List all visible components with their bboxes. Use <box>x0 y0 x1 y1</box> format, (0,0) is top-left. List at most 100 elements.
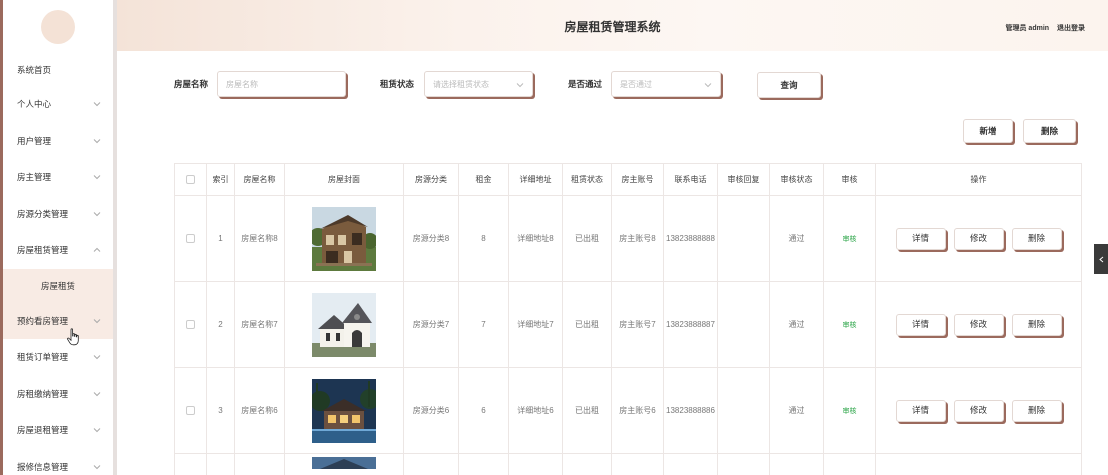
house-name-input[interactable]: 房屋名称 <box>217 71 346 97</box>
phone-cell: 13823888886 <box>663 367 718 454</box>
audit-action-cell: 审核 <box>823 195 876 282</box>
audit-reply-cell <box>717 281 770 368</box>
house-cover-image <box>312 378 376 443</box>
column-header: 审核回复 <box>717 163 770 196</box>
chevron-down-icon <box>93 317 101 325</box>
table-row: 2 房屋名称7 房源分类7 7 详细地址7 已出租 房主账号7 13823888… <box>174 281 1082 368</box>
rent-cell: 8 <box>458 195 509 282</box>
column-header: 操作 <box>875 163 1082 196</box>
rental-status-cell: 已出租 <box>562 281 612 368</box>
sidebar-item-viewing-appointments[interactable]: 预约看房管理 <box>3 302 113 339</box>
current-user: 管理员 admin <box>1005 25 1050 32</box>
delete-button[interactable]: 删除 <box>1011 313 1062 336</box>
table-row: 3 房屋名称6 房源分类6 6 详细地址6 已出租 房主账号6 13823888… <box>174 367 1082 454</box>
index-cell: 2 <box>206 281 235 368</box>
detail-button[interactable]: 详情 <box>895 227 946 250</box>
sidebar-item-rental-management[interactable]: 房屋租赁管理 <box>3 232 113 269</box>
house-cover-image <box>312 456 376 469</box>
sidebar-item-repair-info[interactable]: 报修信息管理 <box>3 449 113 475</box>
actions-cell: 详情 修改 删除 <box>875 367 1082 454</box>
sidebar: 系统首页 个人中心 用户管理 房主管理 房源分类管理 房屋租赁管理 房屋租赁 预… <box>0 0 117 475</box>
panel-toggle-button[interactable] <box>1094 244 1108 274</box>
rental-status-label: 租赁状态 <box>380 79 415 89</box>
sidebar-item-label: 报修信息管理 <box>17 461 69 472</box>
rental-status-placeholder: 请选择租赁状态 <box>433 79 489 89</box>
column-header: 租赁状态 <box>562 163 612 196</box>
row-select-cell <box>174 367 207 454</box>
chevron-down-icon <box>93 210 101 218</box>
row-checkbox[interactable] <box>186 406 195 416</box>
audit-link[interactable]: 审核 <box>843 322 857 329</box>
sidebar-item-owner-management[interactable]: 房主管理 <box>3 159 113 196</box>
sidebar-subitem-house-rental[interactable]: 房屋租赁 <box>3 268 113 303</box>
address-cell: 详细地址6 <box>508 367 563 454</box>
logout-link[interactable]: 退出登录 <box>1057 25 1085 32</box>
detail-button[interactable]: 详情 <box>895 399 946 422</box>
avatar[interactable] <box>41 9 75 44</box>
sidebar-item-label: 房源分类管理 <box>17 208 69 219</box>
rental-table: 索引 房屋名称 房屋封面 房源分类 租金 详细地址 租赁状态 房主账号 联系电话… <box>174 163 1082 475</box>
chevron-down-icon <box>93 353 101 361</box>
sidebar-item-label: 租赁订单管理 <box>17 352 69 363</box>
sidebar-item-home[interactable]: 系统首页 <box>3 53 113 86</box>
column-header: 房源分类 <box>403 163 459 196</box>
app-title: 房屋租赁管理系统 <box>564 20 661 34</box>
sidebar-item-category-management[interactable]: 房源分类管理 <box>3 196 113 233</box>
sidebar-item-user-management[interactable]: 用户管理 <box>3 123 113 160</box>
sidebar-item-label: 个人中心 <box>17 99 52 110</box>
hand-cursor-icon <box>67 328 79 346</box>
query-button[interactable]: 查询 <box>757 72 821 98</box>
chevron-down-icon <box>93 426 101 434</box>
column-header: 审核状态 <box>769 163 824 196</box>
audit-reply-cell <box>717 195 770 282</box>
actions-cell: 详情 修改 删除 <box>875 195 1082 282</box>
user-area: 管理员 admin 退出登录 <box>999 23 1085 33</box>
category-cell: 房源分类6 <box>403 367 459 454</box>
actions-cell: 详情 修改 删除 <box>875 281 1082 368</box>
table-row: 1 房屋名称8 房源分类8 8 详细地址8 已出租 房主账号8 13823888… <box>174 195 1082 282</box>
sidebar-item-lease-termination[interactable]: 房屋退租管理 <box>3 412 113 449</box>
row-select-cell <box>174 281 207 368</box>
row-checkbox[interactable] <box>186 234 195 244</box>
edit-button[interactable]: 修改 <box>953 399 1004 422</box>
select-all-checkbox[interactable] <box>186 175 195 185</box>
house-name-placeholder: 房屋名称 <box>226 79 258 89</box>
chevron-down-icon <box>704 81 712 89</box>
edit-button[interactable]: 修改 <box>953 227 1004 250</box>
row-checkbox[interactable] <box>186 320 195 330</box>
address-cell: 详细地址7 <box>508 281 563 368</box>
sidebar-item-personal-center[interactable]: 个人中心 <box>3 86 113 123</box>
index-cell: 1 <box>206 195 235 282</box>
table-header-row: 索引 房屋名称 房屋封面 房源分类 租金 详细地址 租赁状态 房主账号 联系电话… <box>174 163 1082 196</box>
sidebar-item-rental-orders[interactable]: 租赁订单管理 <box>3 339 113 376</box>
batch-delete-button[interactable]: 删除 <box>1023 119 1076 143</box>
column-header: 索引 <box>206 163 235 196</box>
house-cover-image <box>312 206 376 271</box>
delete-button[interactable]: 删除 <box>1011 399 1062 422</box>
chevron-down-icon <box>93 173 101 181</box>
cover-cell <box>284 281 404 368</box>
add-button[interactable]: 新增 <box>963 119 1013 143</box>
phone-cell: 13823888888 <box>663 195 718 282</box>
column-header: 联系电话 <box>663 163 718 196</box>
house-name-cell: 房屋名称7 <box>234 281 285 368</box>
phone-cell: 13823888887 <box>663 281 718 368</box>
sidebar-item-rent-payment[interactable]: 房租缴纳管理 <box>3 376 113 413</box>
owner-account-cell: 房主账号7 <box>611 281 664 368</box>
sidebar-item-label: 房屋退租管理 <box>17 425 69 436</box>
sidebar-item-label: 房主管理 <box>17 172 52 183</box>
audit-link[interactable]: 审核 <box>843 408 857 415</box>
column-header: 房屋名称 <box>234 163 285 196</box>
sidebar-item-label: 用户管理 <box>17 135 52 146</box>
chevron-left-icon <box>1098 256 1103 262</box>
delete-button[interactable]: 删除 <box>1011 227 1062 250</box>
edit-button[interactable]: 修改 <box>953 313 1004 336</box>
rental-status-select[interactable]: 请选择租赁状态 <box>424 71 533 97</box>
select-all-cell <box>174 163 207 196</box>
sidebar-item-label: 系统首页 <box>17 64 52 75</box>
house-cover-image <box>312 292 376 357</box>
column-header: 房主账号 <box>611 163 664 196</box>
audit-link[interactable]: 审核 <box>843 236 857 243</box>
detail-button[interactable]: 详情 <box>895 313 946 336</box>
approved-select[interactable]: 是否通过 <box>611 71 721 97</box>
